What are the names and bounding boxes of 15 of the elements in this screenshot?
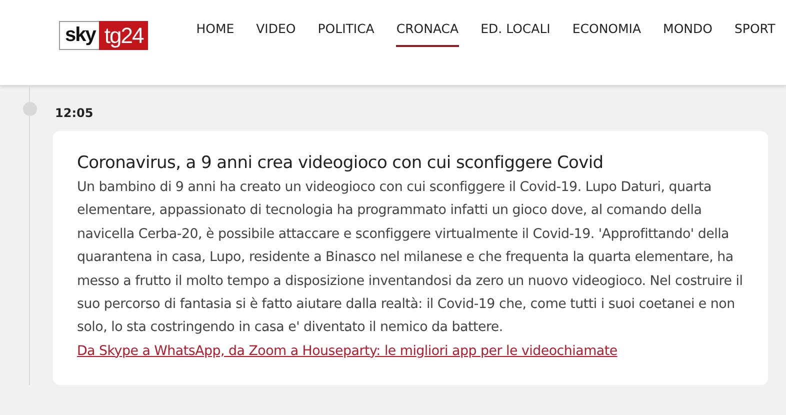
logo-brand: sky [59,21,100,50]
news-body: Un bambino di 9 anni ha creato un videogioco con cui sconfiggere il Covid-19. Lupo Daturi, quarta elementare, appassionato di tecnologia ha programmato infatti un gioco dove, al comando della navicella Cerba-20, è possibile attaccare e sconfiggere virtualmente il Covid-19. 'Approfittando' della quarantena in casa, Lupo, residente a Binasco nel milanese e che frequenta la quarta elementare, ha messo a frutto il molto tempo a disposizione inventandosi da zero un nuovo videogioco. Nel costruire il suo percorso di fantasia si è fatto aiutare dalla realtà: il Covid-19 che, come tutti i suoi coetanei e non solo, lo sta costringendo in casa e' diventato il nemico da battere. Da Skype a WhatsApp, da Zoom a Houseparty: le migliori app per le videochiamate [77,179,744,361]
nav-link[interactable]: VIDEO [256,20,296,46]
nav-link[interactable]: SPORT [734,20,776,46]
nav-link[interactable]: ED. LOCALI [480,20,550,46]
entry-time: 12:05 [55,106,94,120]
related-link[interactable]: Da Skype a WhatsApp, da Zoom a Houseparty: le migliori app per le videochiamate [77,344,618,359]
logo-channel: tg24 [99,21,148,50]
nav-link[interactable]: ECONOMIA [572,20,642,46]
nav-link[interactable]: POLITICA [318,20,374,46]
news-title: Coronavirus, a 9 anni crea videogioco con cui sconfiggere Covid [77,153,604,173]
nav-link[interactable]: CRONACA [396,20,459,46]
nav-link[interactable]: HOME [196,20,234,46]
nav-link[interactable]: MONDO [663,20,712,46]
logo[interactable]: sky tg24 [59,21,148,50]
